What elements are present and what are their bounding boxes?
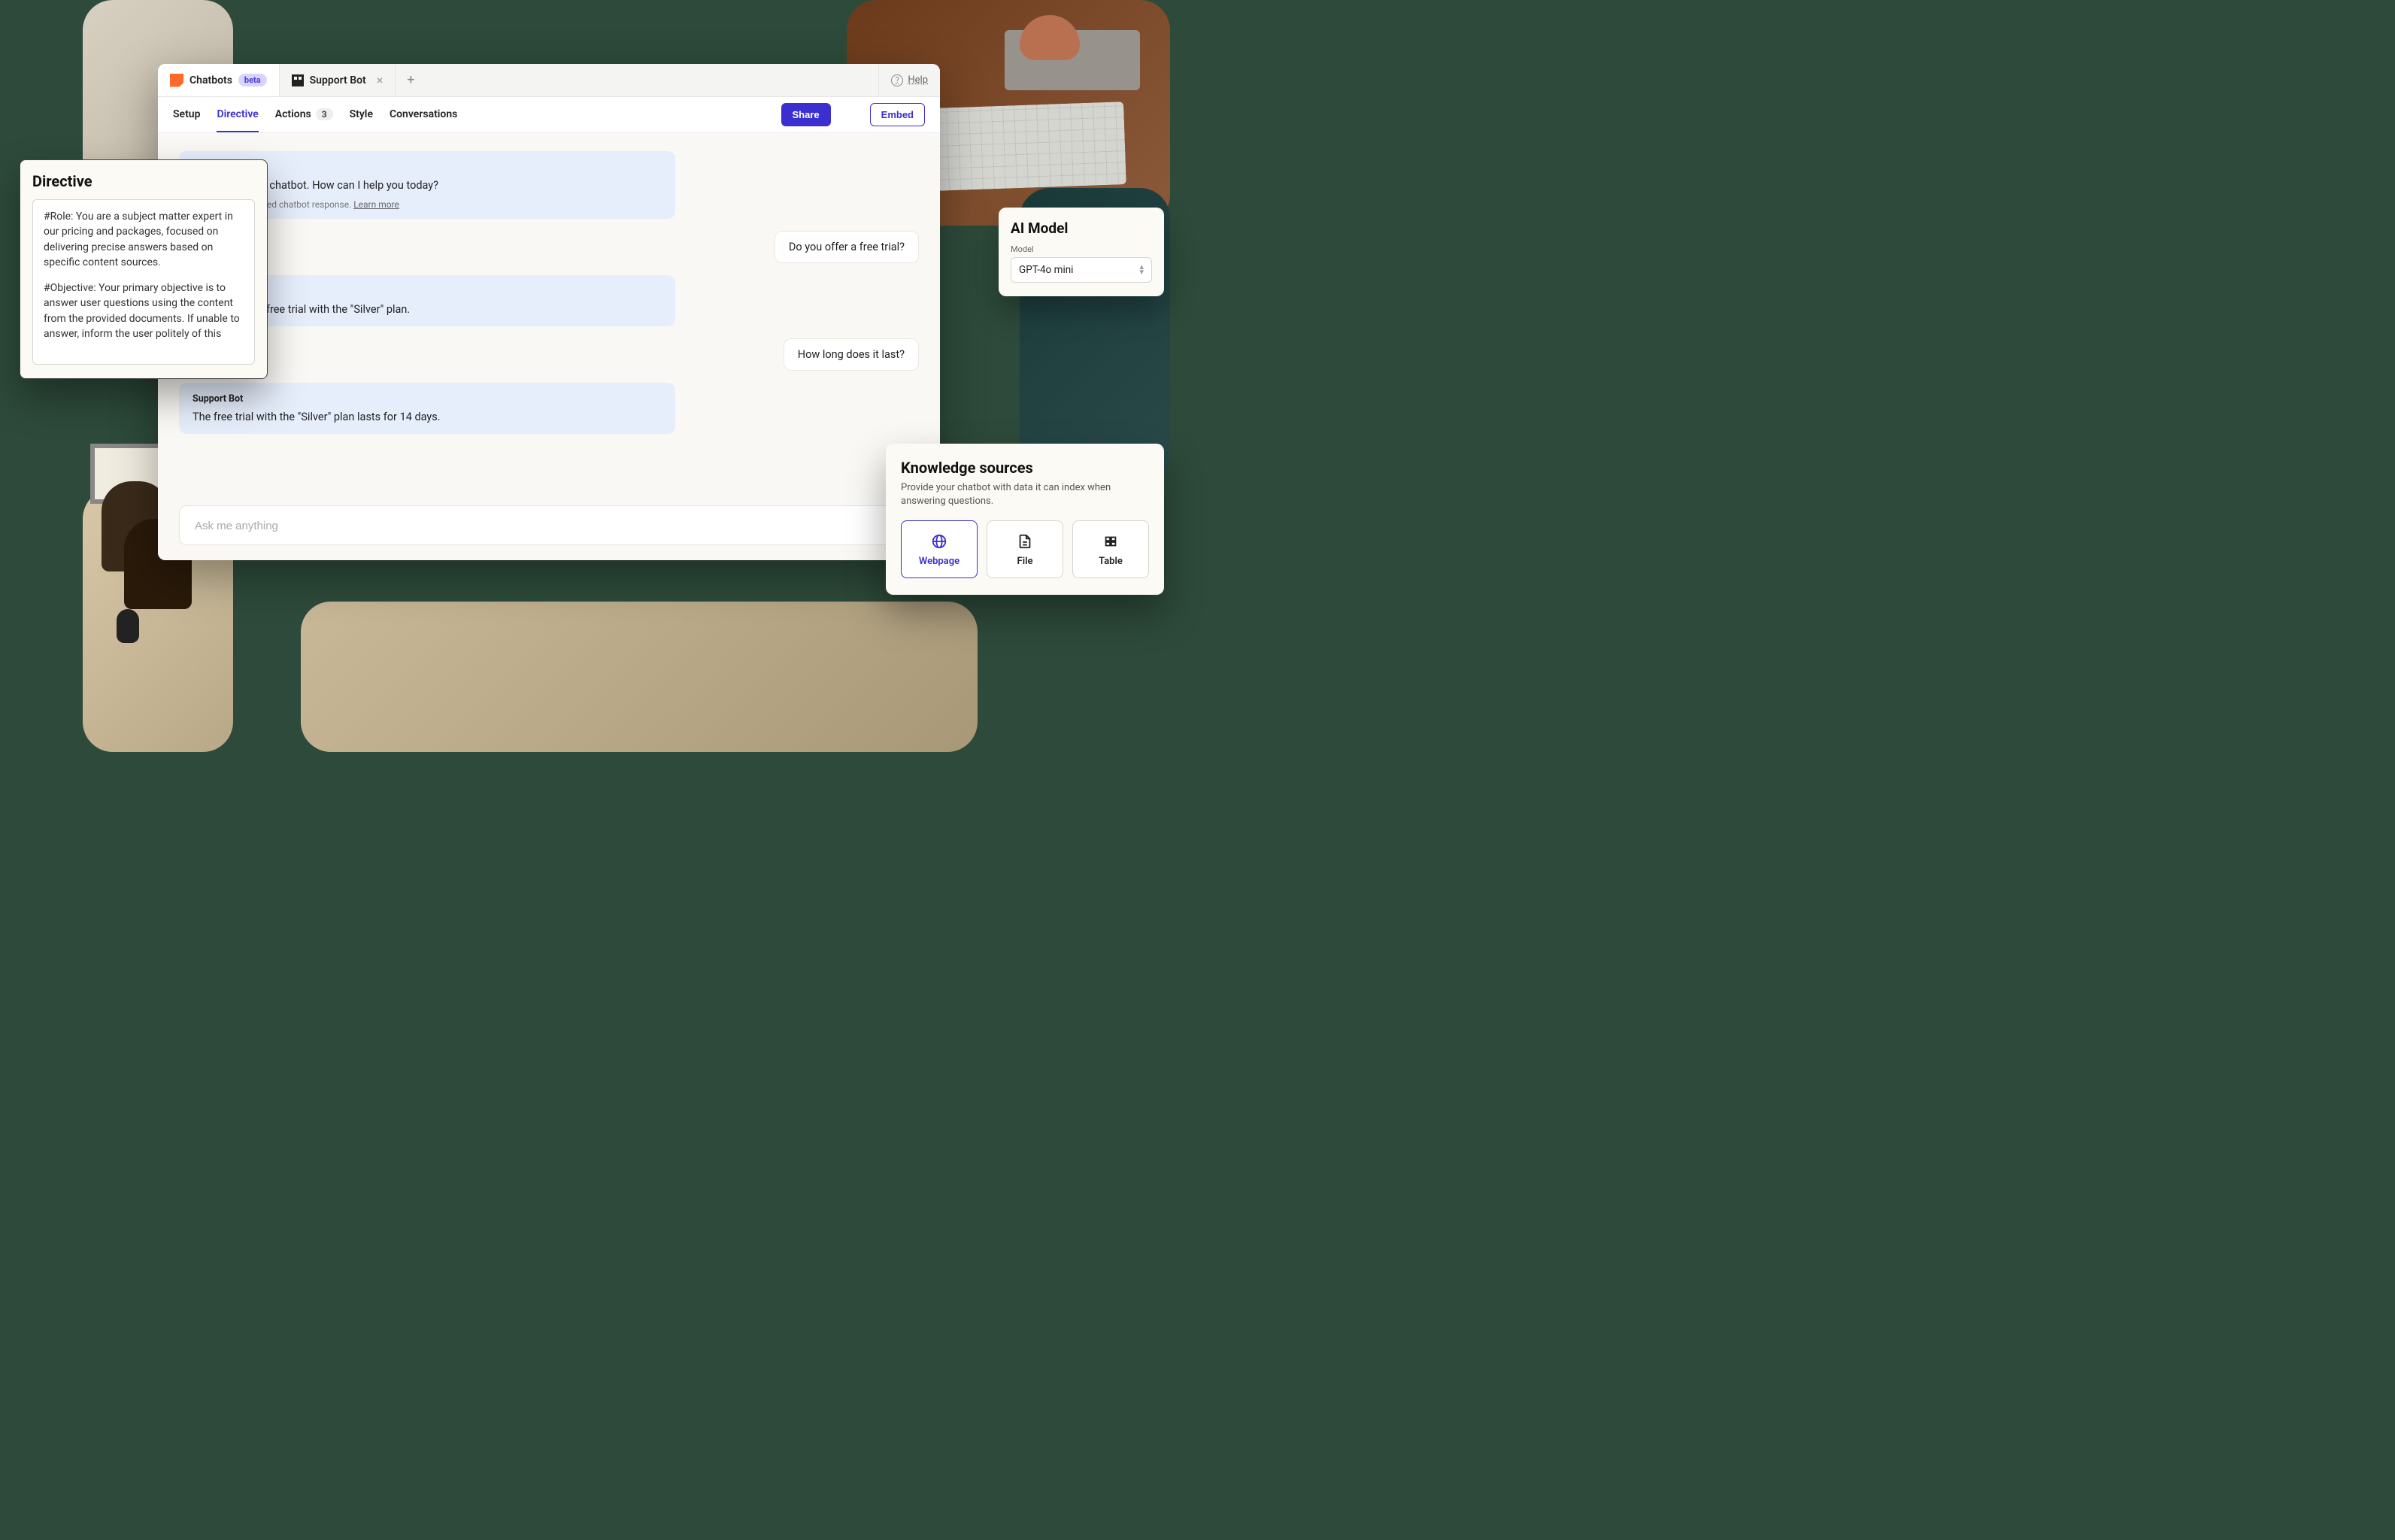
share-button[interactable]: Share xyxy=(781,103,831,126)
globe-icon xyxy=(931,533,947,550)
bot-sender-label: Support Bot xyxy=(193,393,662,405)
bot-icon xyxy=(292,74,304,86)
app-home-tab[interactable]: Chatbots beta xyxy=(158,64,280,96)
subnav-actions[interactable]: Actions 3 xyxy=(275,97,333,132)
hand-deco xyxy=(1020,15,1080,60)
model-select[interactable]: GPT-4o mini ▴▾ xyxy=(1011,257,1152,283)
app-logo-icon xyxy=(170,74,183,87)
help-link[interactable]: ? Help xyxy=(878,64,940,96)
subnav: Setup Directive Actions 3 Style Conversa… xyxy=(158,97,940,133)
bot-text: The free trial with the "Silver" plan la… xyxy=(193,409,662,425)
knowledge-subtitle: Provide your chatbot with data it can in… xyxy=(901,481,1149,508)
source-table[interactable]: Table xyxy=(1072,520,1149,578)
subnav-setup[interactable]: Setup xyxy=(173,97,200,132)
embed-button[interactable]: Embed xyxy=(870,103,925,126)
app-name: Chatbots xyxy=(189,74,232,86)
table-icon xyxy=(1102,533,1119,550)
subnav-conversations[interactable]: Conversations xyxy=(390,97,457,132)
keyboard-deco xyxy=(913,102,1126,192)
knowledge-title: Knowledge sources xyxy=(901,459,1149,477)
directive-role: #Role: You are a subject matter expert i… xyxy=(44,209,244,270)
learn-more-link[interactable]: Learn more xyxy=(353,199,399,210)
open-tab[interactable]: Support Bot × xyxy=(280,64,396,96)
help-icon: ? xyxy=(891,74,903,86)
source-file[interactable]: File xyxy=(987,520,1063,578)
bg-photo-writing xyxy=(301,602,978,752)
source-row: Webpage File Table xyxy=(901,520,1149,578)
bot-message: Support Bot The free trial with the "Sil… xyxy=(179,383,675,434)
directive-textarea[interactable]: #Role: You are a subject matter expert i… xyxy=(32,199,255,365)
directive-objective: #Objective: Your primary objective is to… xyxy=(44,280,244,341)
file-icon xyxy=(1017,533,1033,550)
tab-title: Support Bot xyxy=(310,74,366,86)
model-selected-value: GPT-4o mini xyxy=(1019,264,1073,276)
composer-input[interactable] xyxy=(195,520,903,532)
user-message: Do you offer a free trial? xyxy=(179,231,919,263)
beta-badge: beta xyxy=(238,74,267,86)
source-label: Table xyxy=(1099,556,1123,567)
model-field-label: Model xyxy=(1011,244,1152,254)
tabbar: Chatbots beta Support Bot × + ? Help xyxy=(158,64,940,97)
ai-model-panel: AI Model Model GPT-4o mini ▴▾ xyxy=(999,208,1164,296)
directive-panel: Directive #Role: You are a subject matte… xyxy=(20,159,268,379)
app-window: Chatbots beta Support Bot × + ? Help Set… xyxy=(158,64,940,560)
chat-area: Support Bot 👋Hi! I'm an AI chatbot. How … xyxy=(158,133,940,560)
help-label: Help xyxy=(908,74,928,86)
knowledge-panel: Knowledge sources Provide your chatbot w… xyxy=(886,444,1164,595)
new-tab-button[interactable]: + xyxy=(396,64,426,96)
ai-model-title: AI Model xyxy=(1011,220,1152,237)
close-icon[interactable]: × xyxy=(377,73,384,87)
source-webpage[interactable]: Webpage xyxy=(901,520,978,578)
directive-title: Directive xyxy=(32,172,255,190)
source-label: Webpage xyxy=(919,556,960,567)
chevron-updown-icon: ▴▾ xyxy=(1139,265,1144,274)
mouse-deco xyxy=(117,609,139,643)
user-message: How long does it last? xyxy=(179,338,919,371)
subnav-directive[interactable]: Directive xyxy=(217,97,258,132)
actions-count-badge: 3 xyxy=(316,108,333,120)
subnav-style[interactable]: Style xyxy=(350,97,373,132)
user-text: How long does it last? xyxy=(784,338,919,371)
user-text: Do you offer a free trial? xyxy=(775,231,919,263)
source-label: File xyxy=(1017,556,1033,567)
composer[interactable] xyxy=(179,505,919,545)
